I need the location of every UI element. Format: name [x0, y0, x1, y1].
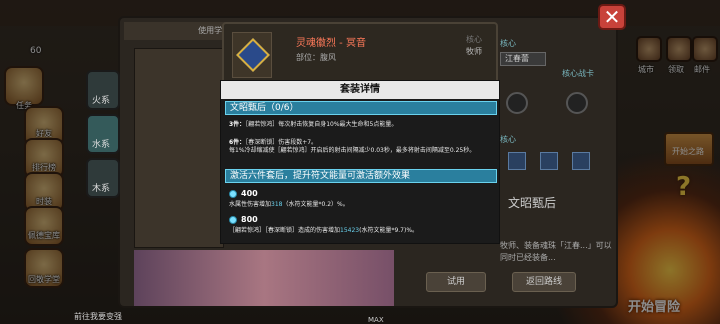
tab-wood-label: 木系 — [92, 184, 111, 194]
item-icon — [232, 32, 272, 78]
bonus-6-line1: ［春深断锁］伤害段数+7。 — [245, 139, 318, 146]
core-label: 核心 — [500, 39, 516, 48]
activate-header: 激活六件套后，提升符文能量可激活额外效果 — [225, 169, 497, 183]
tab-fire-label: 火系 — [92, 96, 111, 106]
max-label: MAX — [368, 316, 384, 324]
energy-400-text-post: （水符文能量*0.2）%。 — [282, 201, 349, 208]
character-select[interactable]: 江春蕾 — [500, 52, 546, 66]
core-label-2: 核心 — [500, 135, 516, 144]
set-name-side: 文昭甄后 — [508, 196, 557, 210]
energy-800-number: 15423 — [340, 227, 360, 234]
energy-800-row: 800 — [229, 215, 258, 224]
core-card-label: 核心战卡 — [562, 69, 594, 78]
energy-400-row: 400 — [229, 189, 258, 198]
bonus-3-text: ［翩若惊鸿］每次射击恢复自身10%最大生命和5点能量。 — [245, 121, 398, 128]
energy-800-text-post: (水符文能量*9.7)%。 — [359, 227, 419, 234]
rune-icon-1[interactable] — [508, 152, 526, 170]
side-description: 牧师、装备魂珠「江春...」可以同时已经装备... — [500, 241, 612, 262]
bonus-3-tag: 3件： — [229, 121, 246, 128]
gem-icon — [236, 38, 270, 72]
tab-water[interactable]: 水系 — [86, 114, 120, 154]
item-slot: 部位：腹风 — [296, 53, 336, 62]
bonus-6-tag: 6件： — [229, 139, 246, 146]
slot-circle-1[interactable] — [506, 92, 528, 114]
energy-400-effect: 水属性伤害增加318（水符文能量*0.2）%。 — [229, 201, 493, 209]
energy-400-value: 400 — [241, 189, 258, 198]
energy-400-text-pre: 水属性伤害增加 — [229, 201, 272, 208]
return-route-button[interactable]: 返回路线 — [512, 272, 576, 292]
item-info-card: 灵魂徽烈 - 冥音 部位：腹风 — [222, 22, 498, 84]
close-button[interactable]: ✕ — [598, 4, 626, 30]
energy-800-value: 800 — [241, 215, 258, 224]
trial-button[interactable]: 试用 — [426, 272, 486, 292]
item-name: 灵魂徽烈 - 冥音 — [296, 38, 366, 49]
go-stronger-link[interactable]: 前往我要变强 — [74, 311, 122, 322]
energy-icon — [229, 215, 237, 224]
slot-circle-2[interactable] — [566, 92, 588, 114]
tab-water-label: 水系 — [92, 140, 111, 150]
bonus-6-line2: 每1%冷却缩减使［翩若惊鸿］开启后的射击间隔减少0.03秒，最多将射击间隔减至0… — [229, 147, 476, 154]
equipment-grid[interactable] — [134, 48, 224, 248]
item-role-value: 牧师 — [466, 47, 482, 56]
item-role-label: 核心 — [466, 35, 482, 44]
energy-icon — [229, 189, 237, 198]
rune-icon-3[interactable] — [572, 152, 590, 170]
popup-title: 套装详情 — [221, 81, 499, 99]
character-art — [134, 250, 394, 306]
tab-fire[interactable]: 火系 — [86, 70, 120, 110]
energy-400-number: 318 — [271, 201, 283, 208]
set-detail-popup: 套装详情 文昭甄后（0/6） 3件：［翩若惊鸿］每次射击恢复自身10%最大生命和… — [220, 80, 500, 244]
energy-800-text-pre: ［翩若惊鸿］［春深断锁］造成的伤害增加 — [229, 227, 341, 234]
set-header: 文昭甄后（0/6） — [225, 101, 497, 115]
energy-800-effect: ［翩若惊鸿］［春深断锁］造成的伤害增加15423(水符文能量*9.7)%。 — [229, 227, 493, 235]
rune-icon-2[interactable] — [540, 152, 558, 170]
bonus-3-row: 3件：［翩若惊鸿］每次射击恢复自身10%最大生命和5点能量。 — [229, 121, 493, 129]
tab-wood[interactable]: 木系 — [86, 158, 120, 198]
bonus-6-row: 6件：［春深断锁］伤害段数+7。 每1%冷却缩减使［翩若惊鸿］开启后的射击间隔减… — [229, 139, 493, 155]
